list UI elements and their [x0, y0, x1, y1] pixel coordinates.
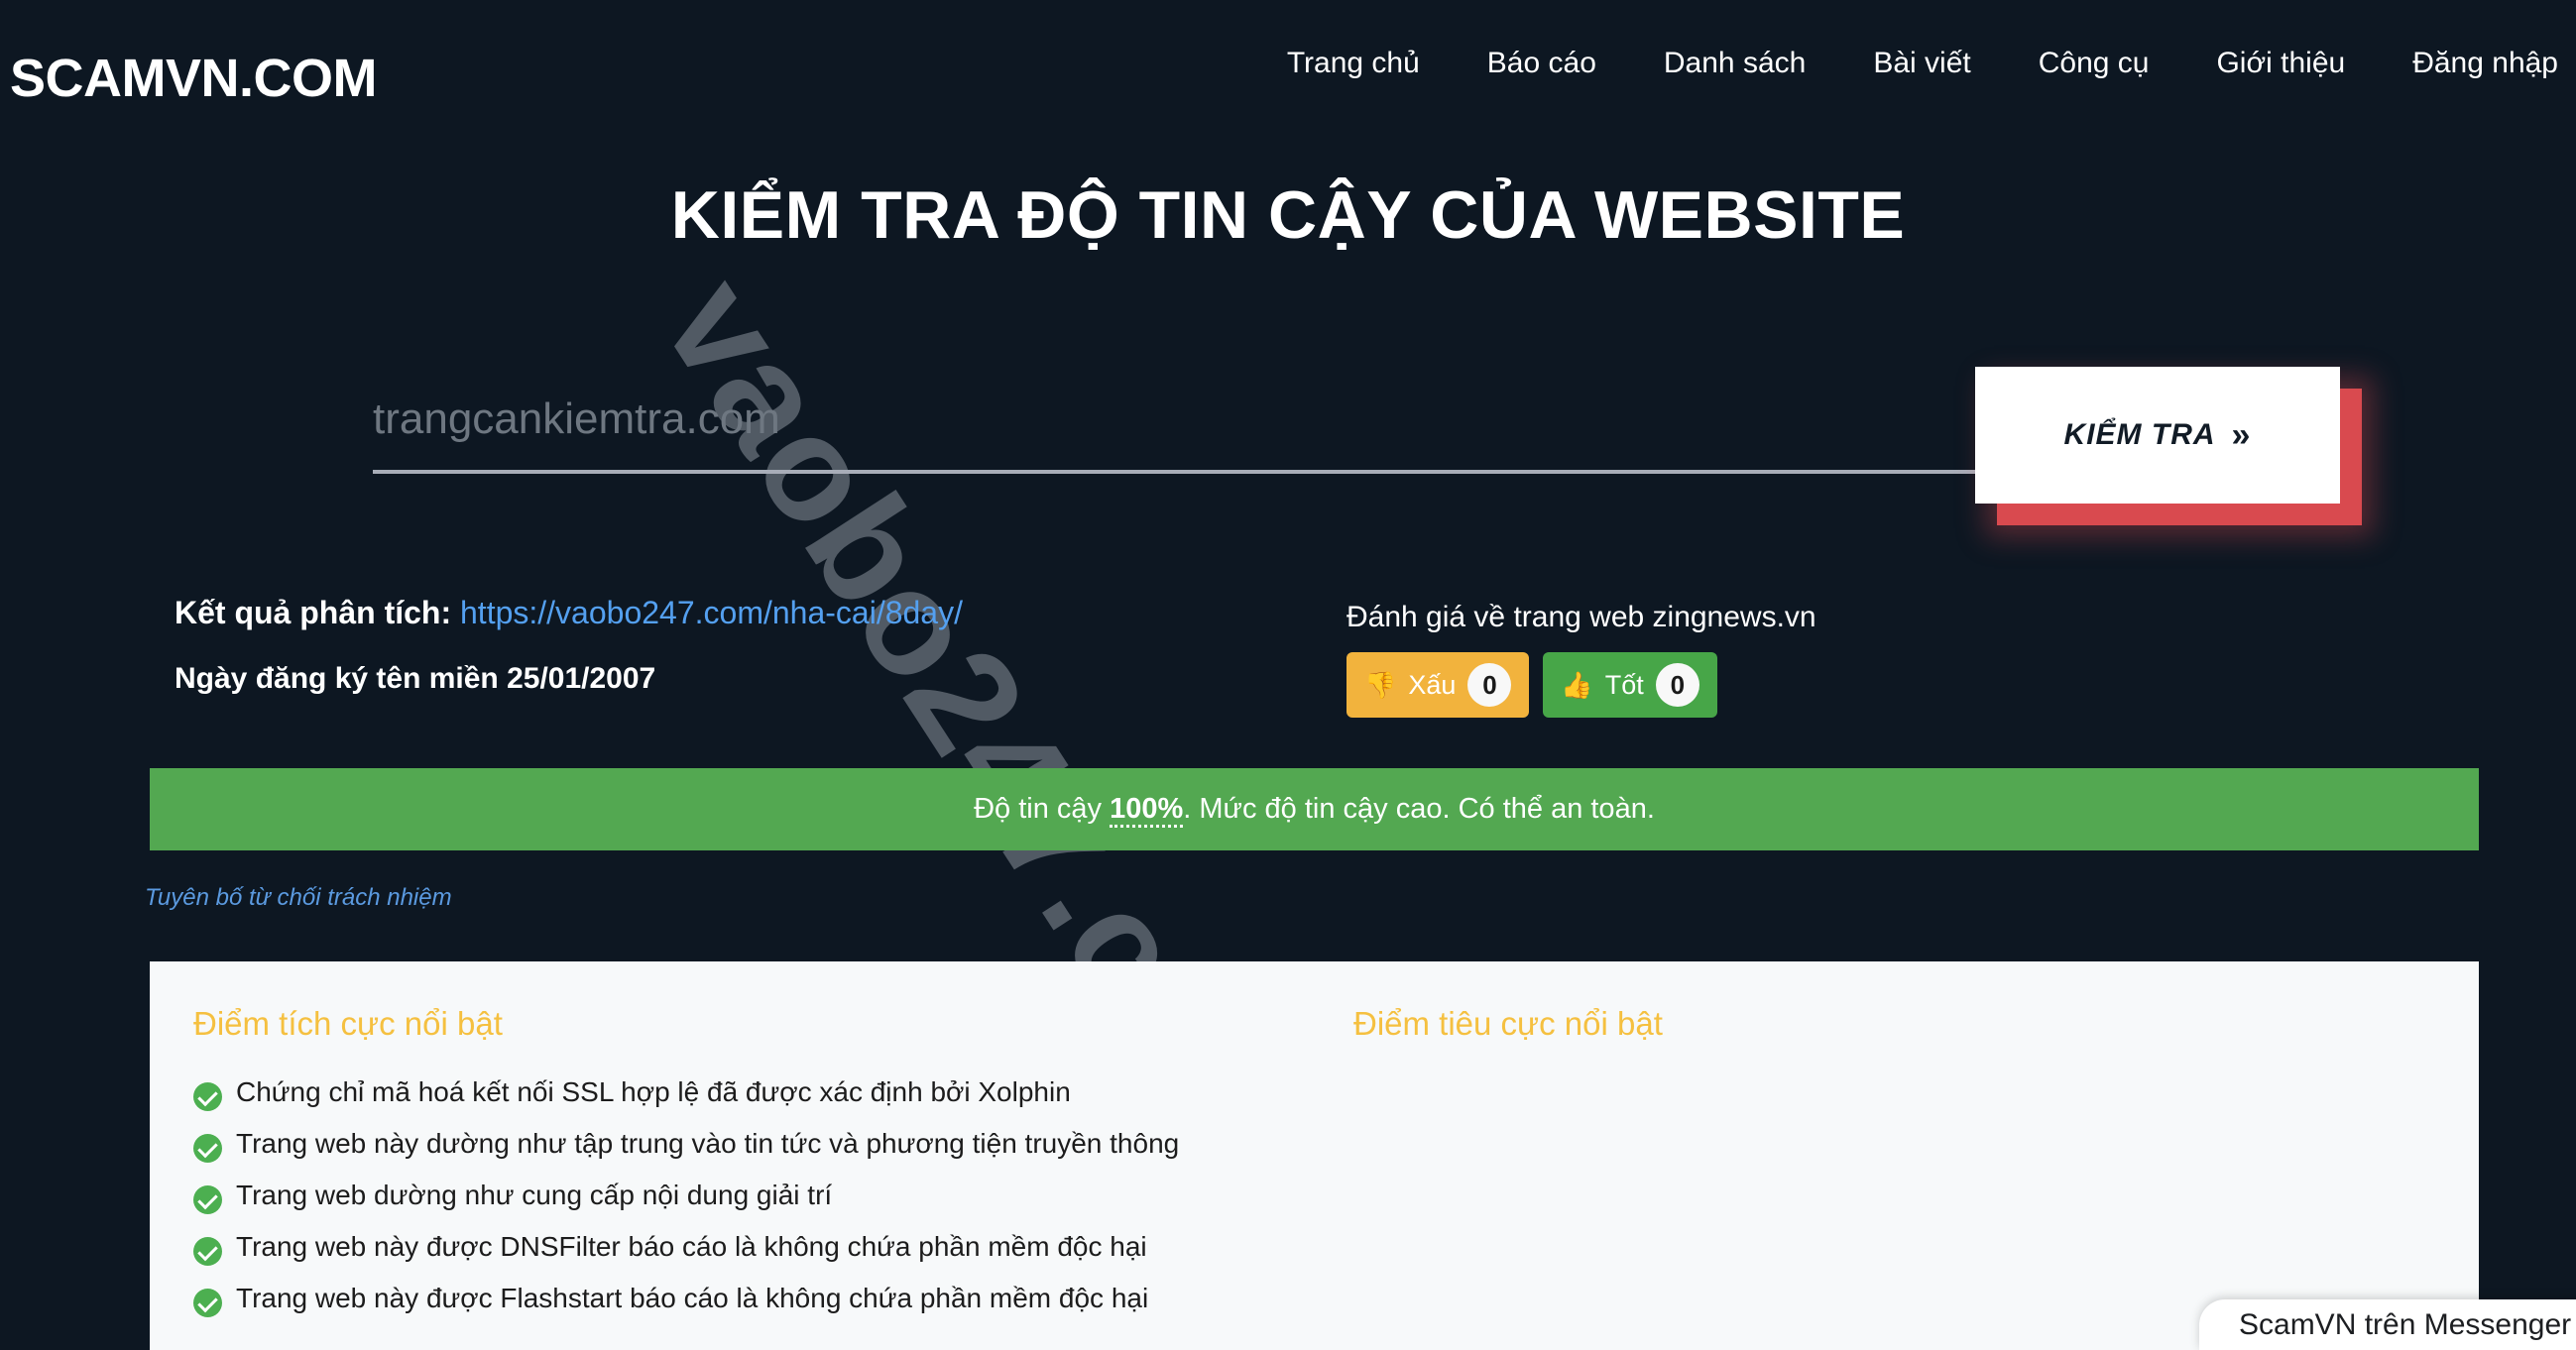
nav-item-dang-nhap[interactable]: Đăng nhập: [2379, 47, 2576, 80]
list-item: Trang web này được Flashstart báo cáo là…: [193, 1283, 1310, 1317]
rate-good-button[interactable]: 👍 Tốt 0: [1543, 652, 1717, 718]
positive-point-text: Trang web này được Flashstart báo cáo là…: [236, 1283, 1149, 1313]
messenger-chat-widget[interactable]: ScamVN trên Messenger: [2199, 1299, 2576, 1350]
page-root: vaobo247.com SCAMVN.COM Trang chủ Báo cá…: [0, 0, 2576, 1350]
nav-item-gioi-thieu[interactable]: Giới thiệu: [2182, 47, 2379, 80]
rating-title: Đánh giá về trang web zingnews.vn: [1347, 601, 1816, 633]
site-header: SCAMVN.COM Trang chủ Báo cáo Danh sách B…: [0, 0, 2576, 149]
positive-point-text: Trang web này dường như tập trung vào ti…: [236, 1128, 1180, 1159]
check-circle-icon: [193, 1134, 222, 1163]
highlights-card: Điểm tích cực nổi bật Chứng chỉ mã hoá k…: [150, 961, 2479, 1350]
check-button-wrapper: KIỂM TRA »: [1975, 367, 2362, 525]
check-circle-icon: [193, 1289, 222, 1317]
main-navigation: Trang chủ Báo cáo Danh sách Bài viết Côn…: [1253, 47, 2576, 80]
nav-item-trang-chu[interactable]: Trang chủ: [1253, 47, 1454, 80]
rating-buttons: 👎 Xấu 0 👍 Tốt 0: [1347, 652, 1816, 718]
messenger-widget-label: ScamVN trên Messenger: [2239, 1307, 2572, 1341]
disclaimer-link[interactable]: Tuyên bố từ chối trách nhiệm: [145, 884, 452, 912]
positive-points-heading: Điểm tích cực nổi bật: [193, 1005, 503, 1042]
analysis-result-label: Kết quả phân tích:: [175, 595, 452, 630]
negative-points-heading: Điểm tiêu cực nổi bật: [1353, 1005, 1663, 1042]
trust-suffix: . Mức độ tin cậy cao. Có thể an toàn.: [1183, 793, 1655, 825]
check-button-label: KIỂM TRA: [2063, 418, 2216, 451]
check-circle-icon: [193, 1185, 222, 1214]
rate-good-label: Tốt: [1604, 669, 1644, 700]
check-button[interactable]: KIỂM TRA »: [1975, 367, 2340, 504]
positive-point-text: Trang web dường như cung cấp nội dung gi…: [236, 1180, 833, 1210]
nav-item-cong-cu[interactable]: Công cụ: [2005, 47, 2183, 80]
nav-item-danh-sach[interactable]: Danh sách: [1630, 47, 1839, 80]
positive-point-text: Trang web này được DNSFilter báo cáo là …: [236, 1231, 1147, 1262]
chevron-double-right-icon: »: [2231, 415, 2252, 454]
website-url-input[interactable]: [373, 394, 1979, 474]
list-item: Trang web này dường như tập trung vào ti…: [193, 1128, 1310, 1163]
negative-points-column: Điểm tiêu cực nổi bật: [1310, 961, 2479, 1350]
search-field-wrapper: [373, 394, 1979, 474]
rate-bad-button[interactable]: 👎 Xấu 0: [1347, 652, 1530, 718]
list-item: Chứng chỉ mã hoá kết nối SSL hợp lệ đã đ…: [193, 1076, 1310, 1111]
domain-registration-date: Ngày đăng ký tên miền 25/01/2007: [175, 662, 656, 695]
analyzed-url-link[interactable]: https://vaobo247.com/nha-cai/8day/: [460, 595, 963, 630]
rate-bad-label: Xấu: [1408, 669, 1457, 700]
rating-block: Đánh giá về trang web zingnews.vn 👎 Xấu …: [1347, 601, 1816, 718]
list-item: Trang web dường như cung cấp nội dung gi…: [193, 1180, 1310, 1214]
positive-points-list: Chứng chỉ mã hoá kết nối SSL hợp lệ đã đ…: [193, 1076, 1310, 1317]
rate-bad-count: 0: [1467, 663, 1512, 707]
positive-point-text: Chứng chỉ mã hoá kết nối SSL hợp lệ đã đ…: [236, 1076, 1071, 1107]
list-item: Trang web này được DNSFilter báo cáo là …: [193, 1231, 1310, 1266]
nav-item-bai-viet[interactable]: Bài viết: [1839, 47, 2004, 80]
site-logo[interactable]: SCAMVN.COM: [10, 48, 378, 109]
nav-item-bao-cao[interactable]: Báo cáo: [1454, 47, 1630, 80]
page-title: KIỂM TRA ĐỘ TIN CẬY CỦA WEBSITE: [670, 177, 1906, 253]
thumbs-down-icon: 👎: [1364, 670, 1397, 700]
thumbs-up-icon: 👍: [1561, 670, 1593, 700]
check-circle-icon: [193, 1082, 222, 1111]
check-circle-icon: [193, 1237, 222, 1266]
trust-score-text: Độ tin cậy 100%. Mức độ tin cậy cao. Có …: [974, 793, 1655, 828]
rate-good-count: 0: [1655, 663, 1699, 707]
trust-score-banner: Độ tin cậy 100%. Mức độ tin cậy cao. Có …: [150, 768, 2479, 850]
analysis-result-line: Kết quả phân tích: https://vaobo247.com/…: [175, 595, 963, 631]
trust-prefix: Độ tin cậy: [974, 793, 1111, 825]
trust-percent: 100%: [1110, 793, 1184, 828]
positive-points-column: Điểm tích cực nổi bật Chứng chỉ mã hoá k…: [150, 961, 1310, 1350]
